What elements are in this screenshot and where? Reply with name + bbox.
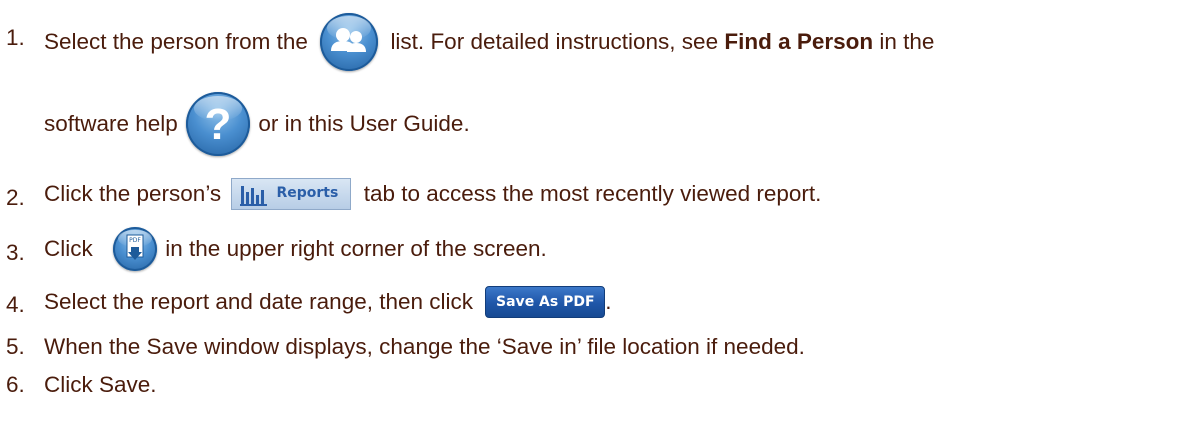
find-a-person-link: Find a Person (724, 29, 874, 54)
step-1-line-1: Select the person from the list. For det… (44, 13, 934, 71)
reports-tab[interactable]: Reports (231, 178, 352, 210)
pdf-icon-label: PDF (129, 237, 141, 244)
step-2-line: Click the person’s Reports tab to access… (44, 178, 821, 210)
step-text: or in this User Guide. (258, 111, 470, 136)
step-text: software help (44, 111, 178, 136)
step-text: in the (879, 29, 935, 54)
step-text: Click (44, 236, 93, 261)
step-text: list. For detailed instructions, see (390, 29, 719, 54)
step-4-line: Select the report and date range, then c… (44, 286, 612, 318)
step-text: When the Save window displays, change th… (44, 334, 805, 359)
save-as-pdf-button[interactable]: Save As PDF (485, 286, 606, 318)
step-text: Click the person’s (44, 181, 222, 206)
step-number: 2. (6, 185, 25, 210)
step-1-line-2: software help ? or in this User Guide. (44, 92, 470, 156)
help-question-icon[interactable]: ? (186, 92, 251, 156)
people-icon[interactable] (320, 13, 379, 71)
svg-text:?: ? (205, 100, 232, 149)
step-3-line: Click PDF in the upper right corner of t… (44, 227, 547, 271)
bar-chart-icon (240, 186, 268, 206)
step-text: tab to access the most recently viewed r… (363, 181, 822, 206)
step-number: 6. (6, 372, 25, 397)
step-text: . (605, 289, 612, 314)
pdf-download-icon[interactable]: PDF (113, 227, 158, 271)
step-text: Click Save. (44, 372, 157, 397)
step-number: 1. (6, 25, 25, 50)
step-number: 3. (6, 240, 25, 265)
step-text: Select the report and date range, then c… (44, 289, 474, 314)
step-number: 4. (6, 292, 25, 317)
step-text: in the upper right corner of the screen. (165, 236, 547, 261)
step-number: 5. (6, 334, 25, 359)
step-text: Select the person from the (44, 29, 308, 54)
reports-tab-label: Reports (276, 185, 339, 201)
